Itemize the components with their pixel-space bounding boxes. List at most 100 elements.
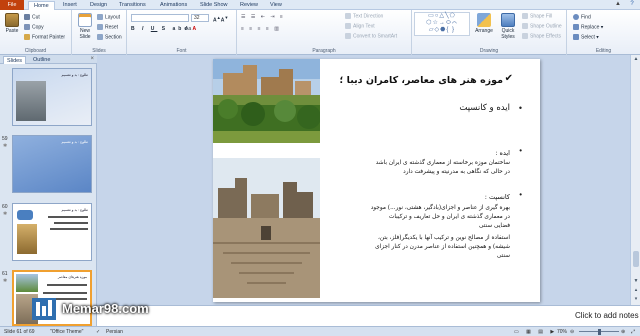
language-indicator[interactable]: Persian [106, 328, 123, 336]
font-color-button[interactable]: Aa A [185, 26, 196, 33]
format-buttons-row[interactable]: B I U S abc [131, 26, 190, 33]
notes-pane[interactable]: Click to add notes [97, 305, 640, 326]
new-slide-button[interactable]: New Slide [74, 13, 96, 40]
zoom-out-icon[interactable]: ⊖ [570, 328, 574, 336]
slide-counter: Slide 61 of 69 [4, 329, 35, 335]
tab-file[interactable]: File [0, 0, 24, 10]
slide-thumbnail[interactable]: طلوع : بد و تقسیم [12, 135, 92, 193]
slide-thumbnail[interactable]: طلوع : بد و تقسیم [12, 68, 92, 126]
transition-star-icon: ✱ [3, 278, 8, 284]
slides-group-label: Slides [92, 48, 106, 54]
clipboard-group: Paste Cut Copy Format Painter Clipboard [0, 10, 72, 55]
view-buttons[interactable]: ▭ ▦ ▤ ▶ [514, 328, 557, 336]
quick-styles-button[interactable]: Quick Styles [496, 13, 520, 40]
idea-line-1: ساختمان موزه برخاسته از معماری گذشته ی ا… [375, 160, 510, 166]
status-bar: Slide 61 of 69 "Office Theme" ✓ Persian … [0, 326, 640, 336]
concept-line-1: بهره گیری از عناصر و اجزای(بادگیر، هشتی،… [370, 205, 510, 211]
shape-outline-button[interactable]: Shape Outline [522, 23, 562, 30]
shape-fill-label: Shape Fill [530, 13, 553, 20]
shapes-gallery[interactable]: ▭○△╲⬠ ⬡☆→⬭⌒ ▱◇⬣{ } [414, 12, 470, 36]
new-slide-icon [78, 13, 92, 27]
zoom-level[interactable]: 70% [557, 328, 567, 336]
museum-exterior-photo[interactable] [213, 59, 320, 143]
previous-slide-icon[interactable]: ▴ [631, 286, 640, 295]
tab-outline[interactable]: Outline [30, 56, 53, 64]
paste-icon [5, 13, 19, 27]
zoom-in-icon[interactable]: ⊕ [621, 328, 625, 336]
tab-slide-show[interactable]: Slide Show [200, 1, 228, 10]
font-size-combo[interactable]: 32 [191, 14, 209, 22]
tab-home[interactable]: Home [28, 1, 55, 10]
thumb-number: 59 [2, 136, 8, 142]
copy-button[interactable]: Copy [24, 24, 44, 31]
slide-title[interactable]: موزه هنر های معاصر، کامران دیبا ؛ [340, 75, 503, 86]
ribbon-minimize-icon[interactable]: ▲ [612, 0, 624, 9]
align-buttons-row[interactable]: ≡ ≡ ≡ ≡ ▥ [241, 26, 281, 33]
cut-label: Cut [32, 14, 40, 21]
list-buttons-row[interactable]: ☰ ☰ ⇤ ⇥ ≡ [241, 14, 285, 21]
text-direction-icon [345, 13, 351, 19]
close-pane-icon[interactable]: × [90, 56, 94, 62]
tab-animations[interactable]: Animations [160, 1, 187, 10]
vertical-scrollbar[interactable]: ▲ ▼ ▴ ▾ [630, 55, 640, 305]
tab-insert[interactable]: Insert [63, 1, 77, 10]
find-button[interactable]: Find [573, 14, 591, 21]
shape-fill-button[interactable]: Shape Fill [522, 13, 552, 20]
thumb-photo [16, 274, 38, 292]
zoom-slider-thumb[interactable] [598, 329, 601, 335]
transition-star-icon: ✱ [3, 143, 8, 149]
scroll-up-icon[interactable]: ▲ [631, 55, 640, 64]
find-icon [573, 14, 579, 20]
slide-editing-area: موزه هنر های معاصر، کامران دیبا ؛ ✔ ایده… [97, 55, 640, 305]
arrange-label: Arrange [475, 28, 493, 34]
cut-button[interactable]: Cut [24, 14, 40, 21]
theme-name: "Office Theme" [50, 329, 84, 335]
next-slide-icon[interactable]: ▾ [631, 295, 640, 304]
slide-thumbnail[interactable]: طلوع : بد و تقسیم [12, 203, 92, 261]
help-icon[interactable]: ? [626, 0, 638, 9]
fill-icon [522, 13, 528, 19]
thumb-photo [16, 81, 46, 121]
thumb-title: طلوع : بد و تقسیم [61, 208, 88, 212]
watermark: Memar98.com [30, 296, 149, 322]
tab-design[interactable]: Design [90, 1, 107, 10]
convert-smartart-button[interactable]: Convert to SmartArt [345, 33, 397, 40]
thumb-text-line [50, 228, 88, 230]
tab-slides[interactable]: Slides [3, 56, 26, 64]
thumb-photo [17, 224, 37, 254]
text-direction-button[interactable]: Text Direction [345, 13, 383, 20]
scrollbar-thumb[interactable] [633, 251, 639, 267]
spellcheck-icon[interactable]: ✓ [96, 328, 100, 336]
section-icon [97, 34, 103, 40]
format-painter-button[interactable]: Format Painter [24, 34, 65, 41]
tab-review[interactable]: Review [240, 1, 258, 10]
tab-transitions[interactable]: Transitions [119, 1, 146, 10]
current-slide[interactable]: موزه هنر های معاصر، کامران دیبا ؛ ✔ ایده… [213, 59, 540, 302]
thumb-title: طلوع : بد و تقسیم [61, 73, 88, 77]
shape-effects-button[interactable]: Shape Effects [522, 33, 561, 40]
paste-button[interactable]: Paste [2, 13, 22, 34]
museum-courtyard-photo[interactable] [213, 158, 320, 298]
concept-line-6: سنتی [496, 253, 510, 259]
drawing-group-label: Drawing [479, 48, 499, 54]
tab-view[interactable]: View [270, 1, 282, 10]
quick-styles-label: Quick Styles [501, 28, 515, 40]
bullet-idea-concept[interactable]: ایده و کانسپت [459, 103, 510, 113]
shape-effects-label: Shape Effects [530, 33, 562, 40]
replace-button[interactable]: Replace ▾ [573, 24, 603, 31]
notes-placeholder[interactable]: Click to add notes [575, 311, 639, 320]
font-name-combo[interactable] [131, 14, 189, 22]
scroll-down-icon[interactable]: ▼ [631, 277, 640, 286]
align-text-button[interactable]: Align Text [345, 23, 375, 30]
select-button[interactable]: Select ▾ [573, 34, 599, 41]
reset-button[interactable]: Reset [97, 24, 118, 31]
concept-label: کانسپت : [484, 193, 510, 201]
layout-button[interactable]: Layout [97, 14, 120, 21]
paragraph-group-label: Paragraph [312, 48, 336, 54]
quick-styles-icon [501, 13, 515, 27]
arrange-button[interactable]: Arrange [472, 13, 496, 34]
fit-slide-icon[interactable]: ⤢ [631, 328, 635, 336]
align-text-icon [345, 23, 351, 29]
section-button[interactable]: Section [97, 34, 122, 41]
grow-font-button[interactable]: A▲A▼ [213, 14, 229, 25]
